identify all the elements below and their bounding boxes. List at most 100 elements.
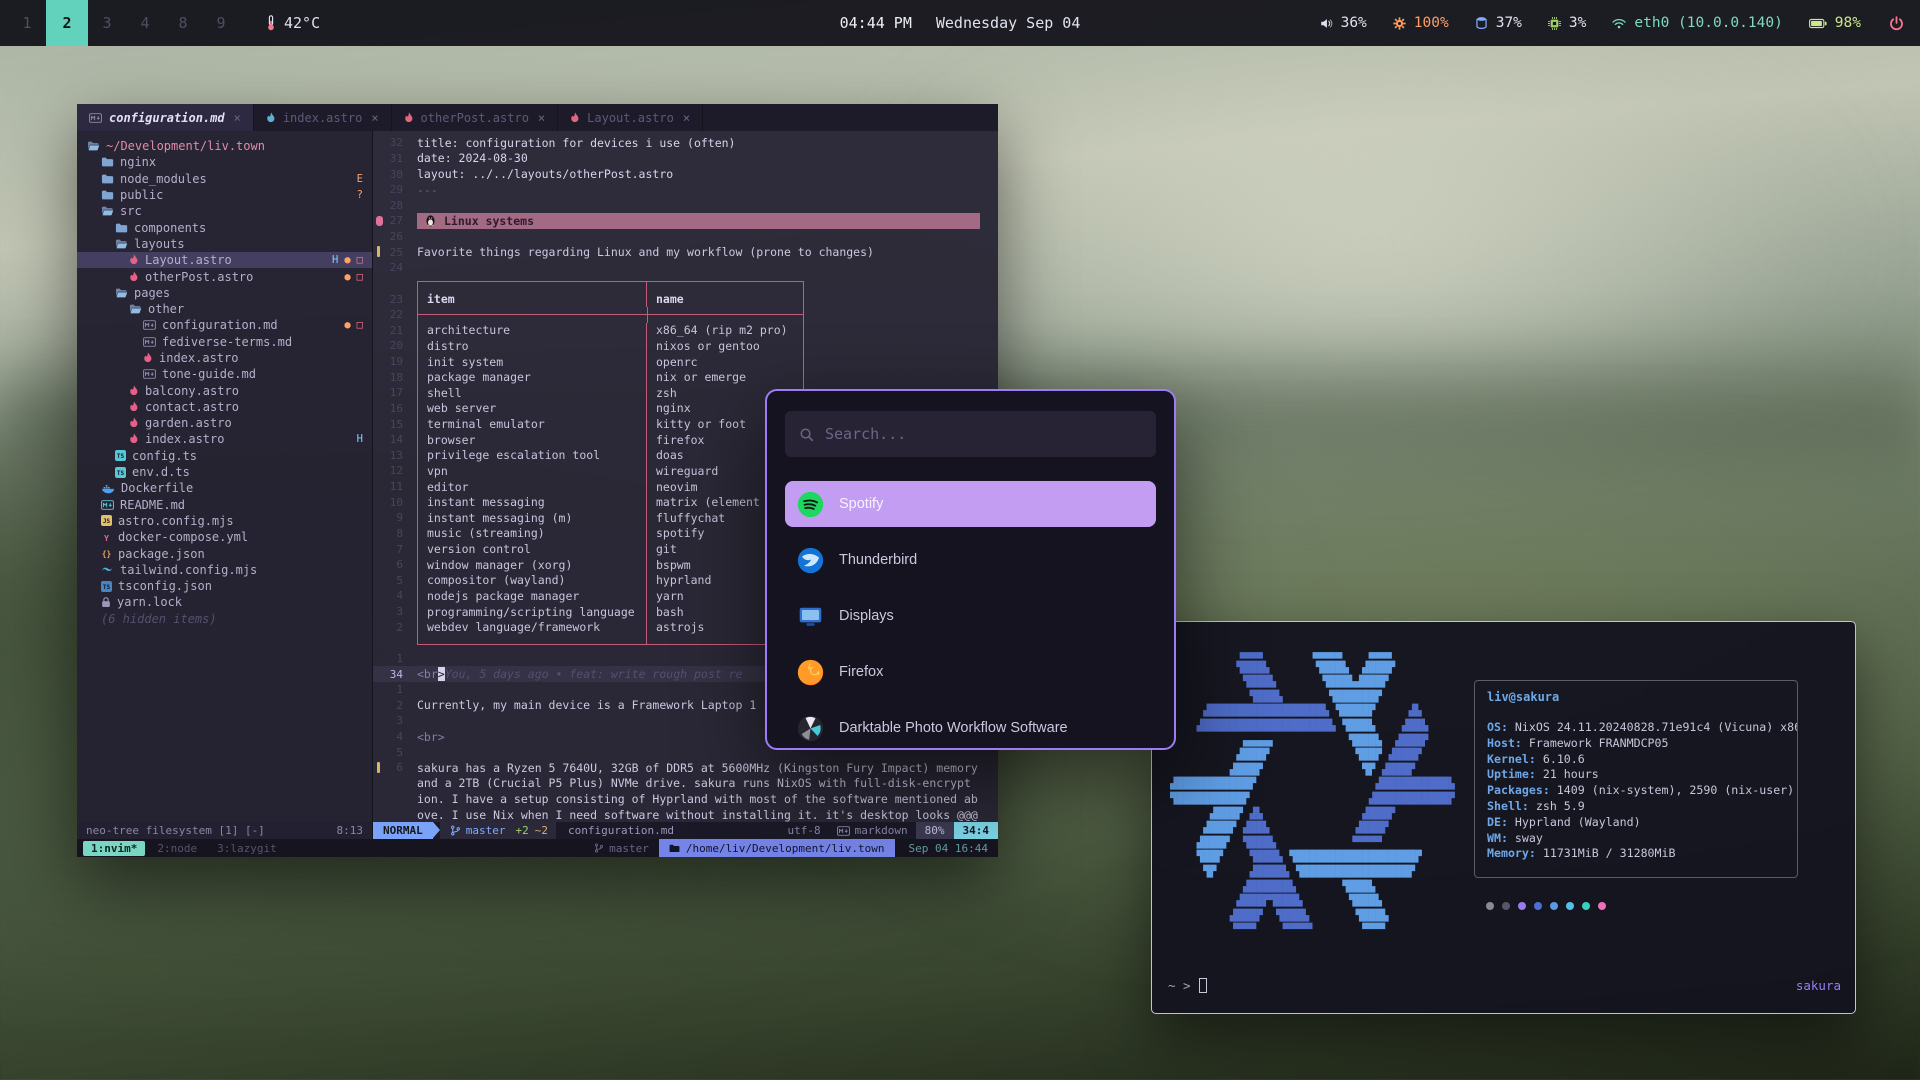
buffer-line[interactable]: 19init systemopenrc: [373, 354, 998, 370]
workspace-9[interactable]: 9: [202, 0, 240, 46]
tree-item[interactable]: other: [77, 301, 372, 317]
tree-item[interactable]: TSconfig.ts: [77, 448, 372, 464]
tab-close-icon[interactable]: ×: [683, 111, 690, 125]
workspace-8[interactable]: 8: [164, 0, 202, 46]
buffer-line[interactable]: 30layout: ../../layouts/otherPost.astro: [373, 166, 998, 182]
buffer-line[interactable]: 31date: 2024-08-30: [373, 151, 998, 167]
launcher-item[interactable]: Darktable Photo Workflow Software: [785, 705, 1156, 750]
tree-item[interactable]: otherPost.astro●□: [77, 268, 372, 284]
search-input[interactable]: Search...: [785, 411, 1156, 457]
tree-item[interactable]: JSastro.config.mjs: [77, 513, 372, 529]
table-row: shellzsh: [417, 385, 804, 401]
line-content: date: 2024-08-30: [417, 151, 998, 167]
nixos-logo-line: ▟███▛ ▜███▙ ▝▀▀▀▀: [1170, 836, 1455, 851]
tree-item[interactable]: src: [77, 203, 372, 219]
table-border: [417, 276, 804, 292]
tree-item[interactable]: configuration.md●□: [77, 317, 372, 333]
table-cell-name: nixos or gentoo: [646, 338, 804, 354]
tree-item[interactable]: fediverse-terms.md: [77, 334, 372, 350]
tree-item[interactable]: layouts: [77, 236, 372, 252]
buffer-line[interactable]: 21architecturex86_64 (rip m2 pro): [373, 323, 998, 339]
tree-item[interactable]: yarn.lock: [77, 594, 372, 610]
tree-item[interactable]: index.astro: [77, 350, 372, 366]
buffer-line[interactable]: 32title: configuration for devices i use…: [373, 135, 998, 151]
buffer-line[interactable]: ion. I have a setup consisting of Hyprla…: [373, 791, 998, 807]
workspace-1[interactable]: 1: [8, 0, 46, 46]
buffer-line[interactable]: 22: [373, 307, 998, 323]
buffer-line[interactable]: [373, 276, 998, 292]
tree-item[interactable]: Layout.astroH●□: [77, 252, 372, 268]
buffer-line[interactable]: 24: [373, 260, 998, 276]
power-button[interactable]: [1889, 16, 1904, 31]
tree-item[interactable]: balcony.astro: [77, 382, 372, 398]
buffer-line[interactable]: 27Linux systems: [373, 213, 998, 229]
editor-tab[interactable]: configuration.md×: [77, 104, 254, 131]
shell-prompt[interactable]: ~ >: [1168, 978, 1207, 993]
buffer-line[interactable]: 23itemname: [373, 291, 998, 307]
tree-item[interactable]: contact.astro: [77, 399, 372, 415]
launcher-item[interactable]: Spotify: [785, 481, 1156, 527]
disk-module[interactable]: 37%: [1475, 15, 1522, 31]
tree-item[interactable]: pages: [77, 285, 372, 301]
buffer-line[interactable]: 28: [373, 198, 998, 214]
tree-item[interactable]: garden.astro: [77, 415, 372, 431]
table-cell-item: programming/scripting language: [417, 604, 646, 620]
tree-item[interactable]: public?: [77, 187, 372, 203]
fetch-field: Kernel: 6.10.6: [1487, 752, 1785, 768]
line-content: ove. I use Nix when I need software with…: [417, 807, 998, 822]
editor-tab[interactable]: index.astro×: [254, 104, 392, 131]
tree-item[interactable]: index.astroH: [77, 431, 372, 447]
buffer-line[interactable]: 29---: [373, 182, 998, 198]
tree-item[interactable]: TStsconfig.json: [77, 578, 372, 594]
buffer-line[interactable]: 26: [373, 229, 998, 245]
tmux-window[interactable]: 1:nvim*: [83, 841, 145, 856]
buffer-line[interactable]: 18package managernix or emerge: [373, 369, 998, 385]
buffer-line[interactable]: and a 2TB (Crucial P5 Plus) NVMe drive. …: [373, 776, 998, 792]
table-cell-item: window manager (xorg): [417, 557, 646, 573]
workspace-4[interactable]: 4: [126, 0, 164, 46]
tree-item[interactable]: ~/Development/liv.town: [77, 138, 372, 154]
tree-item[interactable]: TSenv.d.ts: [77, 464, 372, 480]
tree-item[interactable]: nginx: [77, 154, 372, 170]
nixos-logo-line: ▟███████████████████▙ ▜███▙ ▟██▙: [1170, 719, 1455, 734]
network-module[interactable]: eth0 (10.0.0.140): [1612, 15, 1782, 31]
line-content: ion. I have a setup consisting of Hyprla…: [417, 791, 998, 807]
line-number: 24: [373, 261, 415, 274]
tmux-window[interactable]: 3:lazygit: [209, 841, 285, 856]
chip-module[interactable]: 3%: [1548, 15, 1586, 31]
launcher-item[interactable]: Thunderbird: [785, 537, 1156, 583]
tree-item[interactable]: node_modulesE: [77, 171, 372, 187]
battery-module[interactable]: 98%: [1809, 15, 1861, 31]
tree-item[interactable]: Dockerfile: [77, 480, 372, 496]
workspace-2[interactable]: 2: [46, 0, 88, 46]
tree-item[interactable]: components: [77, 219, 372, 235]
tree-item[interactable]: README.md: [77, 497, 372, 513]
fetch-field-value: Framework FRANMDCP05: [1522, 736, 1669, 750]
tab-close-icon[interactable]: ×: [371, 111, 378, 125]
buffer-line[interactable]: 6sakura has a Ryzen 5 7640U, 32GB of DDR…: [373, 760, 998, 776]
tree-item[interactable]: {}package.json: [77, 545, 372, 561]
editor-tab[interactable]: otherPost.astro×: [392, 104, 559, 131]
tree-item[interactable]: (6 hidden items): [77, 611, 372, 627]
line-number: 12: [373, 464, 415, 477]
buffer-line[interactable]: ove. I use Nix when I need software with…: [373, 807, 998, 822]
workspace-3[interactable]: 3: [88, 0, 126, 46]
launcher-item[interactable]: Firefox: [785, 649, 1156, 695]
launcher-item[interactable]: Displays: [785, 593, 1156, 639]
buffer-line[interactable]: 25Favorite things regarding Linux and my…: [373, 244, 998, 260]
tree-item[interactable]: tone-guide.md: [77, 366, 372, 382]
editor-tab[interactable]: Layout.astro×: [558, 104, 703, 131]
tree-item[interactable]: tailwind.config.mjs: [77, 562, 372, 578]
line-number: 2: [373, 699, 415, 712]
tab-close-icon[interactable]: ×: [234, 111, 241, 125]
fetch-field-value: 6.10.6: [1536, 752, 1585, 766]
tree-item[interactable]: Ydocker-compose.yml: [77, 529, 372, 545]
tmux-window[interactable]: 2:node: [149, 841, 205, 856]
gear-module[interactable]: 100%: [1393, 15, 1449, 31]
buffer-line[interactable]: 20distronixos or gentoo: [373, 338, 998, 354]
fetch-field: OS: NixOS 24.11.20240828.71e91c4 (Vicuna…: [1487, 720, 1785, 736]
neo-tree-panel[interactable]: ~/Development/liv.townnginxnode_modulesE…: [77, 131, 373, 822]
tab-close-icon[interactable]: ×: [538, 111, 545, 125]
speaker-module[interactable]: 36%: [1320, 15, 1367, 31]
terminal-window[interactable]: ▗▄▄▄ ▗▄▄▄▄ ▄▄▄▖ ▜███▙ ▜███▙ ▟███▛ ▜███▙ …: [1151, 621, 1856, 1014]
